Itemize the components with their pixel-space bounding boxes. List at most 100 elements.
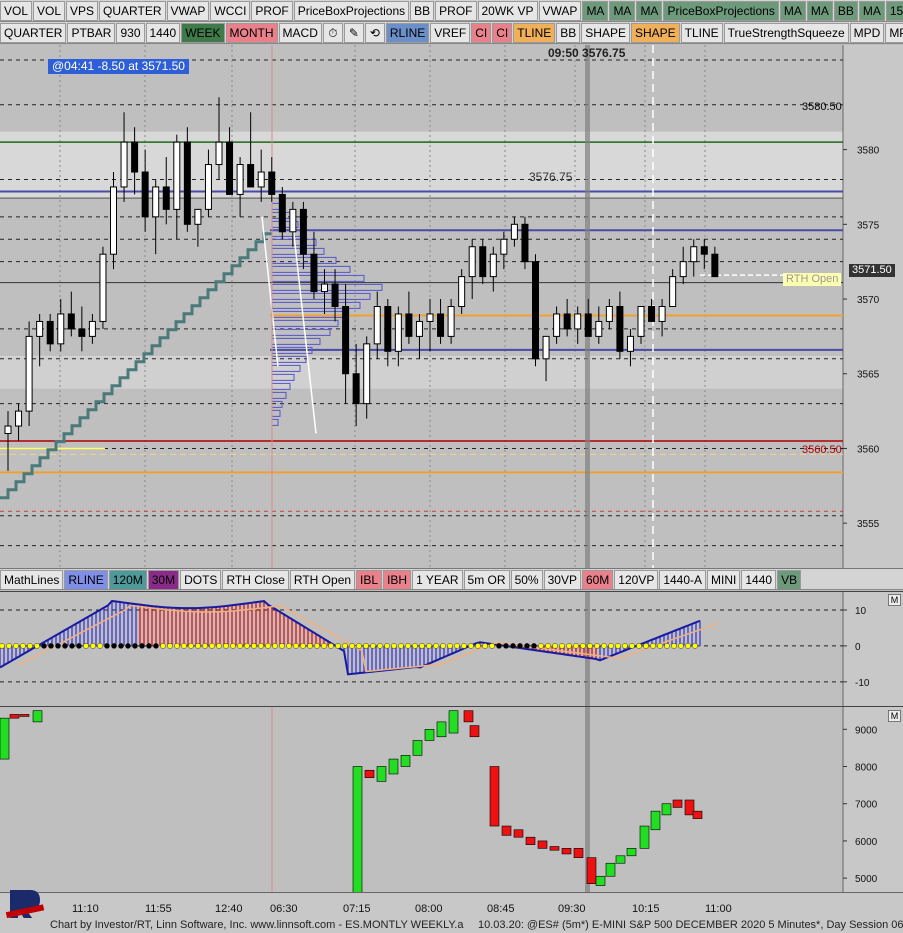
toolbar-button-rth-close[interactable]: RTH Close xyxy=(222,570,289,589)
toolbar-button-ibl[interactable]: IBL xyxy=(356,570,383,589)
toolbar-button-rline[interactable]: RLINE xyxy=(64,570,108,589)
squeeze-dot xyxy=(510,643,516,649)
candle-body-50 xyxy=(532,261,539,360)
level-label-high: 3580.50 xyxy=(802,101,842,113)
toolbar-button-ptbar[interactable]: PTBAR xyxy=(67,23,116,43)
squeeze-dot xyxy=(314,643,320,649)
toolbar-button-vol[interactable]: VOL xyxy=(33,1,66,21)
toolbar-button-ma[interactable]: MA xyxy=(609,1,636,21)
rth-open-label: RTH Open xyxy=(783,273,842,286)
toolbar-button-mpd[interactable]: MPD xyxy=(849,23,885,43)
toolbar-button-1440[interactable]: 1440 xyxy=(741,570,777,589)
candle-body-42 xyxy=(447,306,455,337)
toolbar-button-bb[interactable]: BB xyxy=(556,23,581,43)
toolbar-button-15min[interactable]: 15MIN xyxy=(885,1,903,21)
price-tick-label-3: 3570 xyxy=(857,295,880,306)
price-chart-svg[interactable]: 3555 3560 3565 3570 3575 3580 xyxy=(0,45,903,568)
squeeze-dot xyxy=(230,643,236,649)
toolbar-button-ci[interactable]: CI xyxy=(471,23,492,43)
toolbar-button-vps[interactable]: VPS xyxy=(66,1,99,21)
squeeze-dot xyxy=(377,643,383,649)
price-chart-pane[interactable]: 3555 3560 3565 3570 3575 3580 @04:41 -8.50 at… xyxy=(0,45,903,568)
toolbar-button-priceboxprojections[interactable]: PriceBoxProjections xyxy=(293,1,410,21)
squeeze-dot xyxy=(643,643,649,649)
toolbar-button-1-year[interactable]: 1 YEAR xyxy=(412,570,463,589)
toolbar-button-ma[interactable]: MA xyxy=(582,1,609,21)
toolbar-button-rline[interactable]: RLINE xyxy=(385,23,430,43)
macd-svg[interactable]: 10 0 -10 xyxy=(0,592,903,706)
toolbar-button-5m-or[interactable]: 5m OR xyxy=(463,570,510,589)
toolbar-button-dots[interactable]: DOTS xyxy=(180,570,222,589)
value-area-band-lower xyxy=(0,355,843,389)
toolbar-button-30vp[interactable]: 30VP xyxy=(543,570,581,589)
squeeze-dot xyxy=(454,643,460,649)
macd-menu-button[interactable]: M xyxy=(888,594,901,606)
squeeze-dot xyxy=(657,643,663,649)
toolbar-button-truestrengthsqueeze[interactable]: TrueStrengthSqueeze xyxy=(723,23,849,43)
toolbar-button-bb[interactable]: BB xyxy=(410,1,435,21)
volume-pane[interactable]: 9000 8000 7000 6000 5000 M xyxy=(0,706,903,892)
toolbar-button-tline[interactable]: TLINE xyxy=(680,23,723,43)
toolbar-button-shape[interactable]: SHAPE xyxy=(581,23,630,43)
toolbar-button-vwap[interactable]: VWAP xyxy=(538,1,582,21)
toolbar-button-ma[interactable]: MA xyxy=(636,1,663,21)
squeeze-dot xyxy=(307,643,313,649)
toolbar-button-vref[interactable]: VREF xyxy=(430,23,471,43)
candle-body-24 xyxy=(257,171,265,188)
vol-bar-26 xyxy=(615,855,626,864)
toolbar-button-vol[interactable]: VOL xyxy=(0,1,33,21)
toolbar-button-1440[interactable]: 1440 xyxy=(145,23,181,43)
toolbar-button-ibh[interactable]: IBH xyxy=(383,570,412,589)
toolbar-button-50-[interactable]: 50% xyxy=(510,570,543,589)
toolbar-button-ma[interactable]: MA xyxy=(806,1,833,21)
toolbar-button-rth-open[interactable]: RTH Open xyxy=(289,570,356,589)
squeeze-dot xyxy=(398,643,404,649)
clock-icon[interactable]: ⏱ xyxy=(322,23,343,43)
toolbar-button-930[interactable]: 930 xyxy=(116,23,145,43)
toolbar-button-tline[interactable]: TLINE xyxy=(513,23,556,43)
macd-pane[interactable]: 10 0 -10 M xyxy=(0,591,903,706)
pencil-icon[interactable]: ✎ xyxy=(343,23,364,43)
toolbar-button-ci[interactable]: CI xyxy=(492,23,513,43)
toolbar-button-mpd[interactable]: MPD xyxy=(885,23,903,43)
squeeze-dot xyxy=(69,643,75,649)
toolbar-button-60m[interactable]: 60M xyxy=(581,570,614,589)
toolbar-button-prof[interactable]: PROF xyxy=(435,1,477,21)
toolbar-button-wcci[interactable]: WCCI xyxy=(210,1,251,21)
vol-bar-30 xyxy=(661,803,672,816)
squeeze-dot xyxy=(202,643,208,649)
squeeze-dot xyxy=(468,643,474,649)
candle-body-33 xyxy=(352,373,360,405)
toolbar-button-mathlines[interactable]: MathLines xyxy=(0,570,64,589)
squeeze-dot xyxy=(300,643,306,649)
candle-body-29 xyxy=(310,253,318,293)
candle-body-2 xyxy=(25,335,33,412)
toolbar-button-30m[interactable]: 30M xyxy=(147,570,180,589)
toolbar-button-priceboxprojections[interactable]: PriceBoxProjections xyxy=(663,1,779,21)
toolbar-button-ma[interactable]: MA xyxy=(858,1,885,21)
candle-body-9 xyxy=(99,253,107,322)
toolbar-button-shape[interactable]: SHAPE xyxy=(630,23,680,43)
toolbar-button-month[interactable]: MONTH xyxy=(225,23,278,43)
toolbar-button-macd[interactable]: MACD xyxy=(278,23,322,43)
toolbar-button-vwap[interactable]: VWAP xyxy=(166,1,210,21)
refresh-icon[interactable]: ⟲ xyxy=(364,23,385,43)
toolbar-button-120vp[interactable]: 120VP xyxy=(614,570,659,589)
toolbar-button-ma[interactable]: MA xyxy=(779,1,806,21)
candle-body-0 xyxy=(4,425,12,435)
toolbar-button-mini[interactable]: MINI xyxy=(707,570,741,589)
toolbar-button-prof[interactable]: PROF xyxy=(251,1,293,21)
candle-body-66 xyxy=(700,246,708,255)
volume-menu-button[interactable]: M xyxy=(888,710,901,722)
toolbar-button-1440-a[interactable]: 1440-A xyxy=(659,570,707,589)
toolbar-button-bb[interactable]: BB xyxy=(833,1,858,21)
toolbar-button-quarter[interactable]: QUARTER xyxy=(99,1,166,21)
volume-svg[interactable]: 9000 8000 7000 6000 5000 xyxy=(0,707,903,892)
toolbar-button-quarter[interactable]: QUARTER xyxy=(0,23,67,43)
candle-body-53 xyxy=(563,313,571,330)
squeeze-dot xyxy=(440,643,446,649)
toolbar-button-vb[interactable]: VB xyxy=(777,570,802,589)
toolbar-button-week[interactable]: WEEK xyxy=(181,23,225,43)
toolbar-button-20wk-vp[interactable]: 20WK VP xyxy=(477,1,538,21)
toolbar-button-120m[interactable]: 120M xyxy=(108,570,147,589)
